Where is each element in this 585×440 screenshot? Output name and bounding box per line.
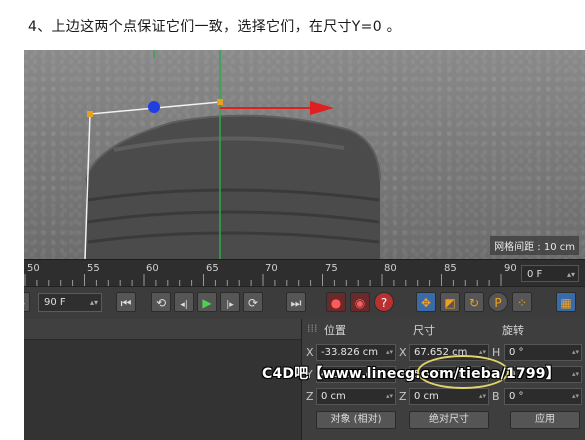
prev-frame-icon: ◂|	[180, 300, 188, 310]
param-key-button[interactable]: P	[488, 292, 508, 312]
position-x-value: -33.826 cm	[321, 347, 379, 358]
viewport-scene	[84, 50, 381, 259]
stepper-arrows-icon[interactable]: ▴▾	[479, 389, 486, 404]
size-z-field[interactable]: 0 cm ▴▾	[409, 388, 489, 405]
size-axis-label: X	[399, 346, 407, 359]
rotation-header: 旋转	[502, 324, 524, 337]
autokey-button[interactable]: ◉	[350, 292, 370, 312]
tick-label: 60	[146, 263, 159, 274]
go-to-end-icon: ⏭	[290, 296, 302, 310]
tick-label: 50	[27, 263, 40, 274]
pla-key-button[interactable]: ⁘	[512, 292, 532, 312]
play-forward-small-button[interactable]: ▸	[24, 292, 30, 312]
position-axis-label: X	[306, 346, 314, 359]
mode-size-label: 绝对尺寸	[429, 414, 469, 425]
go-to-start-button[interactable]: ⏮	[116, 292, 136, 312]
materials-toolbar	[24, 319, 301, 340]
rotation-b-field[interactable]: 0 ° ▴▾	[504, 388, 582, 405]
record-icon: ●	[330, 296, 342, 310]
mode-size-button[interactable]: 绝对尺寸	[409, 411, 489, 429]
mode-object-button[interactable]: 对象 (相对)	[316, 411, 396, 429]
tick-label: 75	[325, 263, 338, 274]
size-axis-label: Z	[399, 390, 407, 403]
record-button[interactable]: ●	[326, 292, 346, 312]
materials-panel	[24, 319, 302, 440]
play-icon: ▶	[202, 296, 212, 310]
go-to-start-icon: ⏮	[120, 296, 132, 310]
next-frame-icon: |▸	[226, 300, 234, 310]
next-key-icon: ⟳	[247, 296, 259, 310]
rotation-axis-label: H	[492, 346, 501, 359]
stepper-arrows-icon[interactable]: ▴▾	[386, 345, 393, 360]
viewport-3d[interactable]: 网格间距 : 10 cm	[24, 50, 585, 259]
play-button[interactable]: ▶	[197, 292, 217, 312]
grip-icon: ⁞⁞⁞	[307, 322, 318, 335]
tick-label: 80	[384, 263, 397, 274]
cylinder-object[interactable]	[85, 114, 381, 259]
position-axis-label: Z	[306, 390, 314, 403]
tick-label: 85	[444, 263, 457, 274]
spline-point-left[interactable]	[87, 111, 93, 117]
go-to-end-button[interactable]: ⏭	[286, 292, 306, 312]
caption-text: 4、上边这两个点保证它们一致，选择它们，在尺寸Y=0 。	[28, 19, 401, 35]
current-frame-field[interactable]: 0 F ▴▾	[521, 265, 579, 282]
size-header: 尺寸	[413, 324, 435, 337]
tick-label: 55	[87, 263, 100, 274]
apply-button[interactable]: 应用	[510, 411, 580, 429]
position-header: 位置	[324, 324, 346, 337]
autokey-icon: ◉	[354, 296, 366, 310]
end-frame-value: 90 F	[44, 297, 66, 308]
stepper-arrows-icon[interactable]: ▴▾	[90, 294, 98, 311]
end-frame-field[interactable]: 90 F ▴▾	[38, 293, 102, 312]
position-z-value: 0 cm	[321, 391, 346, 402]
param-key-icon: P	[494, 296, 502, 310]
move-key-button[interactable]: ✥	[416, 292, 436, 312]
position-z-field[interactable]: 0 cm ▴▾	[316, 388, 396, 405]
stepper-arrows-icon[interactable]: ▴▾	[567, 266, 575, 283]
x-axis-arrow-head[interactable]	[310, 101, 334, 115]
scale-key-button[interactable]: ◩	[440, 292, 460, 312]
rotate-key-icon: ↻	[468, 296, 480, 310]
rotation-h-field[interactable]: 0 ° ▴▾	[504, 344, 582, 361]
rotation-b-value: 0 °	[509, 391, 524, 402]
transport-bar: ▸ 90 F ▴▾ ⏮ ⟲ ◂| ▶ |▸ ⟳ ⏭ ● ◉ ? ✥ ◩ ↻ P …	[24, 286, 585, 320]
prev-key-button[interactable]: ⟲	[151, 292, 171, 312]
spline-point-right[interactable]	[217, 99, 223, 105]
tick-label: 90	[504, 263, 517, 274]
prev-key-icon: ⟲	[155, 296, 167, 310]
tick-label: 70	[265, 263, 278, 274]
film-icon: ▦	[560, 296, 572, 310]
tick-label: 65	[206, 263, 219, 274]
grid-spacing-label: 网格间距 : 10 cm	[490, 236, 579, 255]
rotate-key-button[interactable]: ↻	[464, 292, 484, 312]
next-key-button[interactable]: ⟳	[243, 292, 263, 312]
keyframe-selection-icon: ?	[380, 296, 388, 310]
prev-frame-button[interactable]: ◂|	[174, 292, 194, 312]
stepper-arrows-icon[interactable]: ▴▾	[572, 345, 579, 360]
move-key-icon: ✥	[420, 296, 432, 310]
size-z-value: 0 cm	[414, 391, 439, 402]
axis-handle-blue[interactable]	[148, 101, 160, 113]
stepper-arrows-icon[interactable]: ▴▾	[386, 389, 393, 404]
current-frame-value: 0 F	[527, 269, 543, 280]
keyframe-selection-button[interactable]: ?	[374, 292, 394, 312]
next-frame-button[interactable]: |▸	[220, 292, 240, 312]
stepper-arrows-icon[interactable]: ▴▾	[572, 389, 579, 404]
rotation-h-value: 0 °	[509, 347, 524, 358]
watermark-text: C4D吧【www.linecg.com/tieba/1799】	[262, 366, 560, 382]
scale-key-icon: ◩	[444, 296, 456, 310]
stepper-arrows-icon[interactable]: ▴▾	[572, 367, 579, 382]
mode-object-label: 对象 (相对)	[330, 414, 382, 425]
pla-key-icon: ⁘	[516, 296, 528, 310]
film-button[interactable]: ▦	[556, 292, 576, 312]
timeline-ruler[interactable]: 50 55 60 65 70 75 80 85 90 0 F ▴▾	[24, 259, 585, 287]
position-x-field[interactable]: -33.826 cm ▴▾	[316, 344, 396, 361]
rotation-axis-label: B	[492, 390, 500, 403]
apply-label: 应用	[535, 414, 555, 425]
